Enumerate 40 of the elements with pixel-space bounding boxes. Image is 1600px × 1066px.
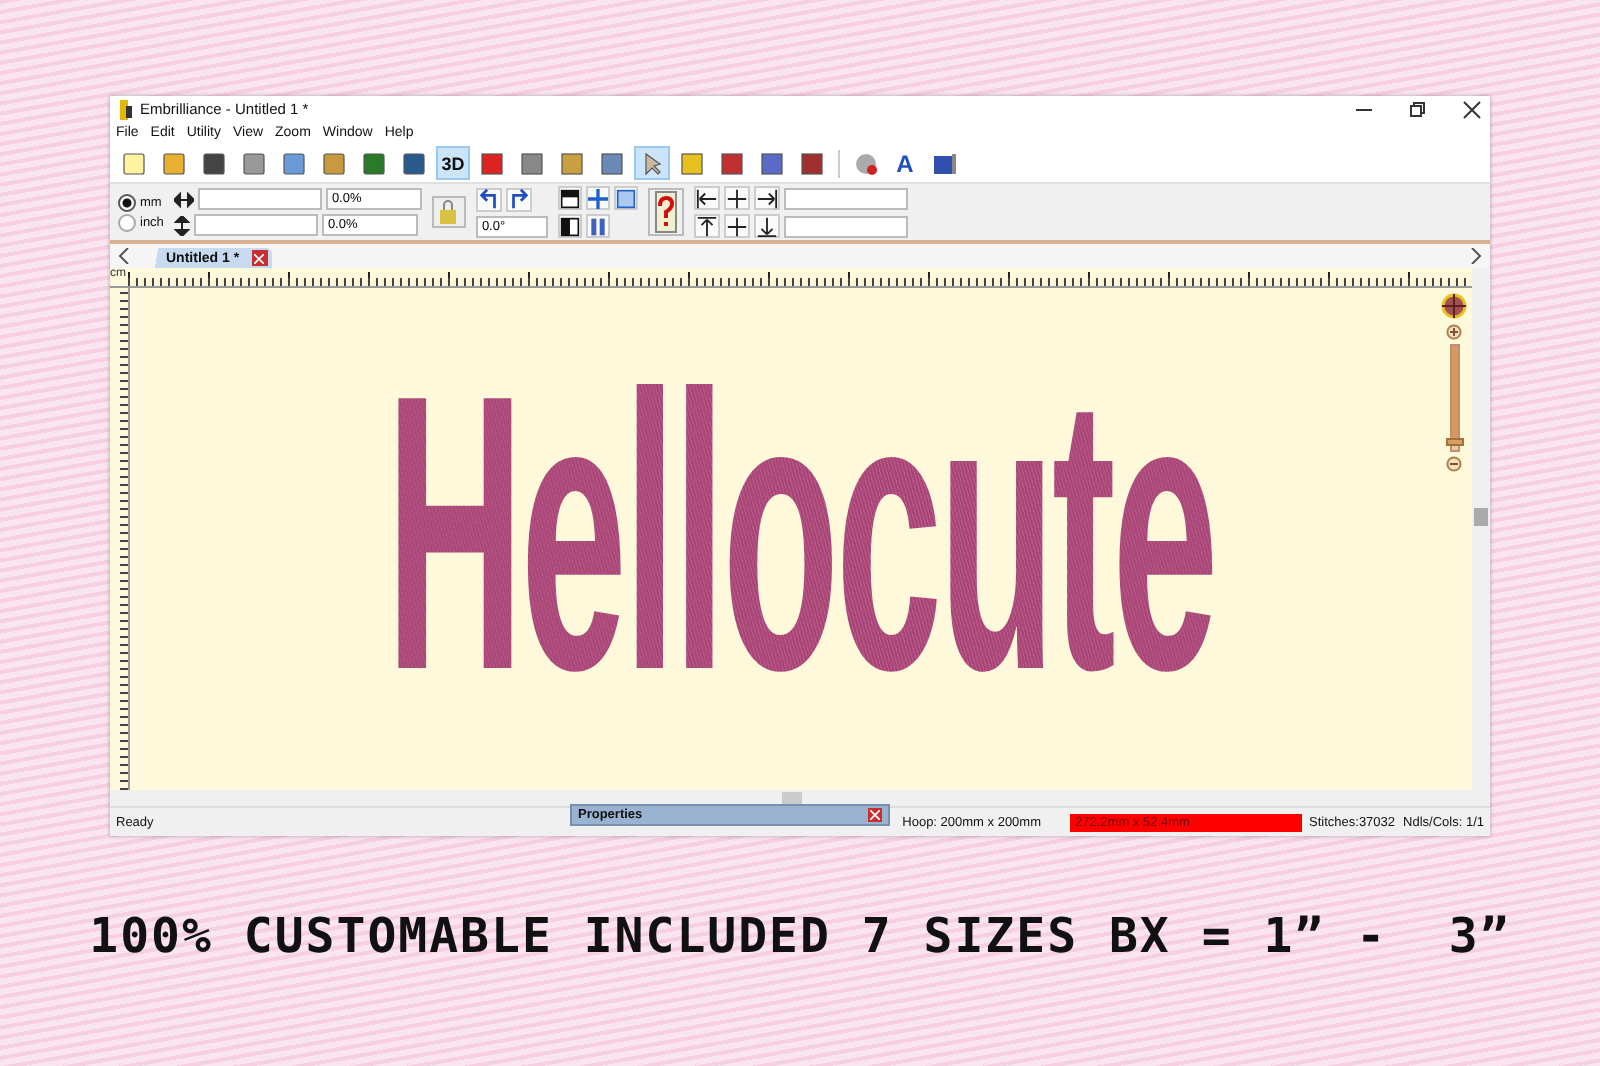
unit-radio[interactable]: [118, 193, 136, 211]
rotate-right-button[interactable]: [505, 187, 532, 211]
align-left-button[interactable]: [557, 214, 582, 238]
spread-button[interactable]: [613, 186, 638, 210]
space-middle-button[interactable]: [723, 214, 750, 238]
space-top-button[interactable]: [693, 214, 720, 238]
scroll-left-icon[interactable]: [118, 248, 130, 264]
vertical-scrollbar[interactable]: [1472, 268, 1490, 806]
panel-close-icon[interactable]: [868, 808, 882, 822]
zoom-in-icon[interactable]: [1446, 324, 1462, 340]
restore-icon[interactable]: [1408, 99, 1428, 119]
space-bottom-button[interactable]: [753, 214, 780, 238]
close-icon[interactable]: [1462, 99, 1482, 119]
rotate-left-button[interactable]: [475, 187, 502, 211]
compass-icon[interactable]: [1440, 292, 1468, 320]
text-tool-button[interactable]: A: [888, 146, 922, 180]
caption-text: 100% CUSTOMABLE INCLUDED 7 SIZES BX = 1” - 3”: [89, 908, 1511, 964]
zoom-out-icon[interactable]: [1446, 456, 1462, 472]
height-field[interactable]: [193, 214, 318, 236]
horizontal-scrollbar[interactable]: [110, 790, 1472, 806]
height-arrows-icon: [173, 215, 190, 235]
space-center-button[interactable]: [723, 186, 750, 210]
center-button[interactable]: [585, 186, 610, 210]
columns-button[interactable]: [585, 214, 610, 238]
3d-view-button[interactable]: 3D: [436, 146, 470, 180]
select-pointer-button[interactable]: [634, 146, 670, 180]
width-arrows-icon: [173, 191, 194, 207]
space-right-button[interactable]: [753, 186, 780, 210]
align-top-button[interactable]: [557, 186, 582, 210]
tab-close-icon[interactable]: [251, 250, 268, 266]
lock-button[interactable]: [431, 196, 466, 228]
scroll-right-icon[interactable]: [1470, 248, 1482, 264]
help-button[interactable]: [647, 188, 684, 236]
space-left-button[interactable]: [693, 186, 720, 210]
app-logo-icon: [118, 99, 134, 119]
vertical-spacing-field[interactable]: [783, 215, 908, 237]
horizontal-spacing-field[interactable]: [783, 187, 908, 209]
unit-radio[interactable]: [118, 213, 136, 231]
zoom-slider[interactable]: [1449, 344, 1459, 452]
width-field[interactable]: [197, 188, 322, 210]
